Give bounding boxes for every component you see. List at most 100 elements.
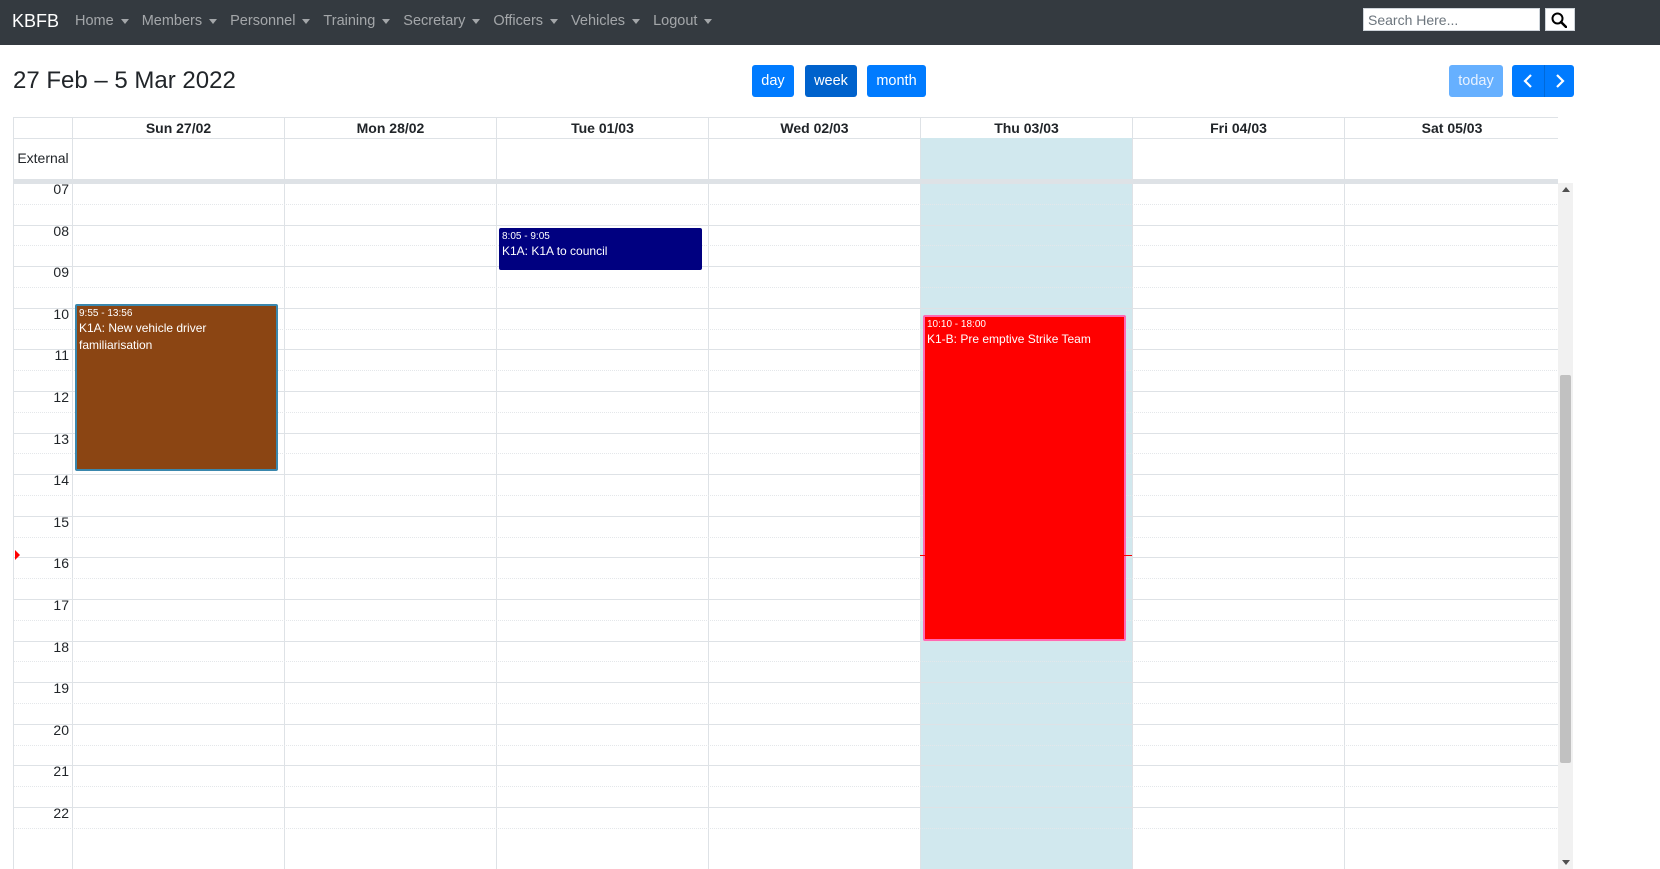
hour-gridline <box>14 682 1558 684</box>
nav-label: Secretary <box>403 13 466 29</box>
nav-label: Officers <box>493 13 544 29</box>
now-indicator-arrow-icon <box>15 550 20 561</box>
top-navbar: KBFB Home Members Personnel Training Sec… <box>0 0 1660 45</box>
allday-cell[interactable] <box>496 138 708 179</box>
hour-label: 21 <box>53 763 69 780</box>
event-title: K1-B: Pre emptive Strike Team <box>927 331 1091 346</box>
caret-down-icon <box>550 18 559 24</box>
next-button[interactable] <box>1544 65 1574 97</box>
allday-cell[interactable] <box>1132 138 1344 179</box>
half-hour-gridline <box>14 495 1558 496</box>
time-grid-scrollbar[interactable] <box>1558 183 1573 869</box>
caret-down-icon <box>302 18 311 24</box>
half-hour-gridline <box>14 827 1558 829</box>
allday-row: External <box>13 138 1558 180</box>
time-grid[interactable]: 07 08 09 10 11 12 13 14 15 16 17 18 19 20 21 22 8:05 - 9… <box>13 183 1558 869</box>
calendar-event[interactable]: 10:10 - 18:00 K1-B: Pre emptive Strike Te… <box>923 314 1126 641</box>
allday-cell-today[interactable] <box>920 138 1132 179</box>
allday-cell[interactable] <box>1344 138 1559 179</box>
allday-cell[interactable] <box>72 138 284 179</box>
chevron-right-icon <box>1555 74 1565 88</box>
week-calendar: Sun 27/02 Mon 28/02 Tue 01/03 Wed 02/03 … <box>13 117 1660 869</box>
nav-label: Members <box>141 13 203 29</box>
nav-item-officers[interactable]: Officers <box>493 13 559 29</box>
caret-down-icon <box>209 18 218 24</box>
hour-gridline <box>14 266 1558 268</box>
day-header[interactable]: Tue 01/03 <box>496 118 708 139</box>
hour-label: 12 <box>53 389 69 405</box>
event-time: 10:10 - 18:00 <box>927 318 986 330</box>
half-hour-gridline <box>14 703 1558 704</box>
day-header[interactable]: Mon 28/02 <box>284 118 496 139</box>
hour-label: 18 <box>53 638 69 655</box>
hour-label: 20 <box>53 721 69 738</box>
half-hour-gridline <box>14 619 1558 621</box>
event-time: 9:55 - 13:56 <box>79 308 133 320</box>
view-day-button[interactable]: day <box>752 65 794 97</box>
search-button[interactable] <box>1545 8 1575 31</box>
caret-down-icon <box>472 18 481 24</box>
scrollbar-thumb[interactable] <box>1560 375 1571 763</box>
event-title: K1A: New vehicle driver familiarisation <box>79 321 207 353</box>
nav-item-training[interactable]: Training <box>323 13 391 29</box>
calendar-event[interactable]: 9:55 - 13:56 K1A: New vehicle driver fami… <box>75 304 278 472</box>
hour-gridline <box>14 599 1558 600</box>
view-week-button[interactable]: week <box>805 65 857 97</box>
half-hour-gridline <box>14 536 1558 538</box>
calendar-event[interactable]: 8:05 - 9:05 K1A: K1A to council <box>499 228 702 270</box>
nav-item-vehicles[interactable]: Vehicles <box>571 13 641 29</box>
nav-item-home[interactable]: Home <box>75 13 129 29</box>
nav-item-secretary[interactable]: Secretary <box>403 13 481 29</box>
today-button[interactable]: today <box>1449 65 1503 97</box>
hour-gridline <box>14 557 1558 559</box>
brand-logo[interactable]: KBFB <box>12 11 59 32</box>
half-hour-gridline <box>14 203 1558 205</box>
nav-label: Home <box>75 13 114 29</box>
hour-label: 17 <box>53 597 69 613</box>
day-header[interactable]: Thu 03/03 <box>920 118 1132 139</box>
nav-label: Training <box>323 13 376 29</box>
half-hour-gridline <box>14 578 1558 580</box>
hour-gridline <box>14 183 1558 184</box>
hour-label: 19 <box>53 680 69 697</box>
caret-down-icon <box>704 18 713 24</box>
allday-label: External <box>17 150 69 166</box>
hour-label: 10 <box>53 305 69 322</box>
half-hour-gridline <box>14 287 1558 288</box>
search-icon <box>1551 12 1567 28</box>
hour-label: 08 <box>53 222 69 239</box>
day-header[interactable]: Fri 04/03 <box>1132 118 1344 139</box>
day-header[interactable]: Sun 27/02 <box>72 118 284 139</box>
now-indicator-line <box>920 555 1132 557</box>
hour-label: 07 <box>53 183 69 197</box>
view-month-button[interactable]: month <box>867 65 926 97</box>
nav-label: Logout <box>653 13 698 29</box>
hour-gridline <box>14 515 1558 517</box>
caret-down-icon <box>120 18 129 24</box>
nav-label: Personnel <box>230 13 296 29</box>
nav-label: Vehicles <box>571 13 626 29</box>
nav-item-members[interactable]: Members <box>141 13 218 29</box>
half-hour-gridline <box>14 661 1558 663</box>
prev-button[interactable] <box>1512 65 1544 97</box>
caret-down-icon <box>632 18 641 24</box>
scroll-up-icon[interactable] <box>1562 187 1570 192</box>
scroll-down-icon[interactable] <box>1562 860 1570 865</box>
nav-item-logout[interactable]: Logout <box>653 13 713 29</box>
search-input[interactable] <box>1363 8 1540 31</box>
nav-item-personnel[interactable]: Personnel <box>230 13 311 29</box>
day-header[interactable]: Wed 02/03 <box>708 118 920 139</box>
hour-gridline <box>14 224 1558 226</box>
hour-label: 13 <box>53 430 69 447</box>
half-hour-gridline <box>14 245 1558 247</box>
event-title: K1A: K1A to council <box>502 244 608 259</box>
hour-gridline <box>14 723 1558 725</box>
allday-cell[interactable] <box>708 138 920 179</box>
chevron-left-icon <box>1523 74 1532 88</box>
day-header[interactable]: Sat 05/03 <box>1344 118 1559 139</box>
calendar-title: 27 Feb – 5 Mar 2022 <box>13 67 236 94</box>
allday-cell[interactable] <box>284 138 496 179</box>
half-hour-gridline <box>14 786 1558 788</box>
half-hour-gridline <box>14 744 1558 746</box>
hour-gridline <box>14 807 1558 808</box>
